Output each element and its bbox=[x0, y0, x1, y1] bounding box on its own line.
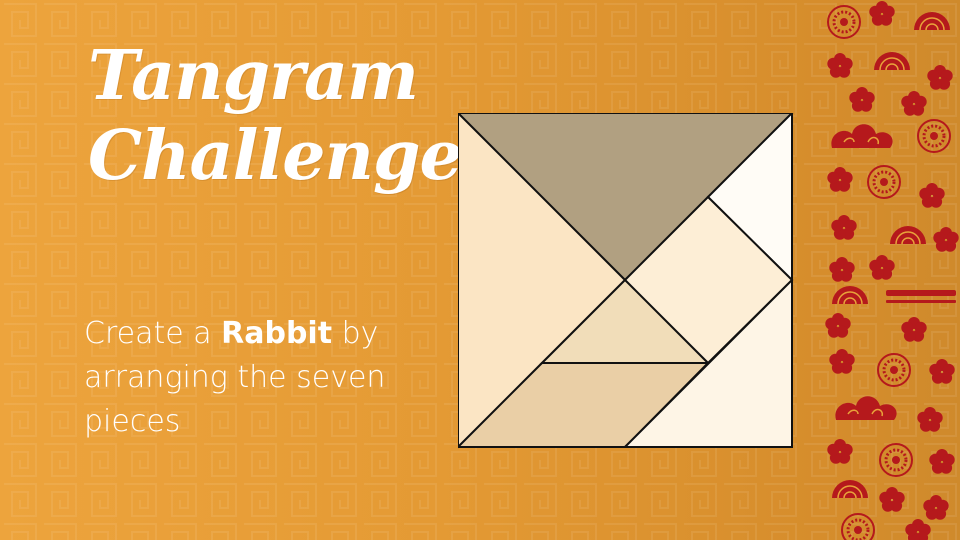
tangram-square bbox=[458, 113, 794, 449]
decorative-floral-pattern bbox=[825, 1, 959, 540]
instruction-text: Create a Rabbit by arranging the seven p… bbox=[84, 312, 424, 444]
target-shape-word: Rabbit bbox=[221, 316, 333, 351]
slide: Tangram Challenge Create a Rabbit by arr… bbox=[0, 0, 960, 540]
title-line-1: Tangram bbox=[88, 36, 419, 116]
instruction-prefix: Create a bbox=[84, 316, 222, 351]
title-line-2: Challenge bbox=[88, 116, 463, 196]
page-title: Tangram Challenge bbox=[88, 36, 463, 196]
